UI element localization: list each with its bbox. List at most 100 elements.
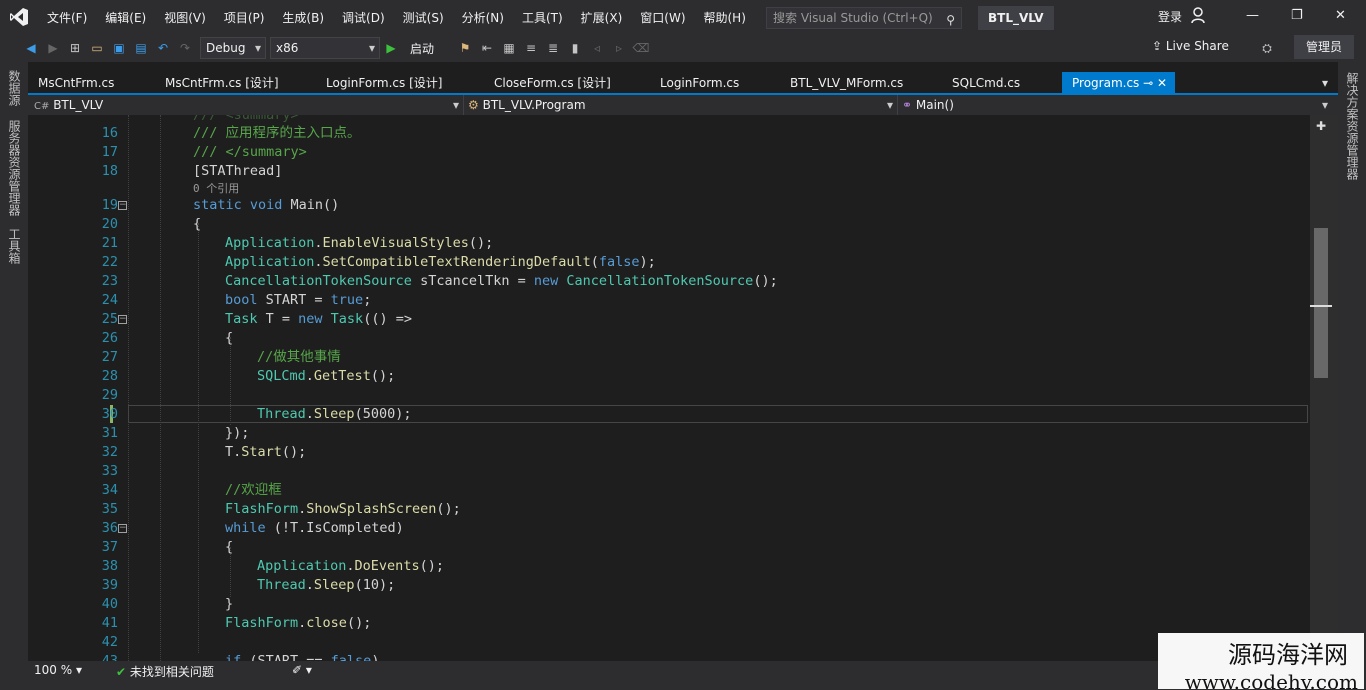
step-icon[interactable]: ⇤: [476, 37, 498, 59]
code-token: new: [533, 273, 567, 289]
bookmark-icon[interactable]: ▮: [564, 37, 586, 59]
code-editor[interactable]: /// <summary> 16/// 应用程序的主入口点。 17/// </su…: [28, 115, 1310, 661]
tab-label: BTL_VLV_MForm.cs: [790, 76, 904, 90]
code-token: Application: [225, 235, 315, 251]
menu-item[interactable]: 窗口(W): [631, 0, 694, 34]
nav-class-dropdown[interactable]: ⚙ BTL_VLV.Program ▾: [468, 95, 898, 115]
feedback-icon[interactable]: ⛭: [1256, 37, 1278, 59]
line-number: 31: [101, 425, 118, 441]
find-icon[interactable]: ⚑: [454, 37, 476, 59]
search-icon: ⚲: [946, 13, 955, 27]
login-link[interactable]: 登录: [1158, 8, 1182, 25]
back-icon[interactable]: ◀: [20, 37, 42, 59]
close-icon[interactable]: ⊸ ✕: [1139, 76, 1167, 90]
vertical-scrollbar[interactable]: ✚: [1310, 115, 1338, 661]
nav-class-label: BTL_VLV.Program: [482, 98, 586, 112]
nav-project-label: BTL_VLV: [53, 98, 104, 112]
issues-indicator[interactable]: ✔ 未找到相关问题: [116, 663, 214, 680]
config-dropdown[interactable]: Debug: [200, 37, 266, 59]
line-number: 41: [101, 615, 118, 631]
menu-item[interactable]: 测试(S): [394, 0, 453, 34]
code-token: );: [639, 254, 656, 270]
side-tab-server-explorer[interactable]: 服务器资源管理器: [6, 120, 23, 216]
code-token: static void: [193, 197, 291, 213]
fold-toggle-icon[interactable]: −: [118, 201, 127, 210]
watermark-line2: www.codehy.com: [1184, 670, 1358, 690]
user-icon[interactable]: [1191, 6, 1207, 24]
menu-item[interactable]: 文件(F): [38, 0, 96, 34]
tab-3[interactable]: CloseForm.cs [设计]: [484, 72, 611, 94]
new-project-icon[interactable]: ⊞: [64, 37, 86, 59]
start-button[interactable]: 启动: [410, 40, 434, 57]
line-number: 29: [101, 387, 118, 403]
tab-2[interactable]: LoginForm.cs [设计]: [316, 72, 442, 94]
live-share-button[interactable]: ⇪ Live Share: [1152, 39, 1229, 53]
outline-icon[interactable]: ▦: [498, 37, 520, 59]
indent-guide: [198, 223, 199, 653]
bookmark-clear-icon[interactable]: ⌫: [630, 37, 652, 59]
zoom-level[interactable]: 100 % ▾: [34, 663, 82, 677]
undo-icon[interactable]: ↶: [152, 37, 174, 59]
side-tab-solution-explorer[interactable]: 解决方案资源管理器: [1344, 72, 1361, 180]
tab-7[interactable]: Program.cs ⊸ ✕: [1062, 72, 1176, 94]
menu-item[interactable]: 帮助(H): [695, 0, 755, 34]
code-token: bool: [225, 292, 258, 308]
tab-1[interactable]: MsCntFrm.cs [设计]: [155, 72, 279, 94]
save-icon[interactable]: ▣: [108, 37, 130, 59]
menu-item[interactable]: 生成(B): [273, 0, 333, 34]
fold-toggle-icon[interactable]: −: [118, 524, 127, 533]
menu-item[interactable]: 项目(P): [215, 0, 274, 34]
split-icon[interactable]: ✚: [1316, 119, 1326, 133]
code-token: while: [225, 520, 266, 536]
nav-project-dropdown[interactable]: C# BTL_VLV ▾: [34, 95, 464, 115]
uncomment-icon[interactable]: ≣: [542, 37, 564, 59]
side-tab-datasource[interactable]: 数据源: [6, 70, 23, 106]
code-token: ();: [436, 501, 461, 517]
tab-6[interactable]: SQLCmd.cs: [942, 72, 1020, 94]
menu-item[interactable]: 分析(N): [453, 0, 513, 34]
tab-4[interactable]: LoginForm.cs: [650, 72, 739, 94]
menu-item[interactable]: 调试(D): [333, 0, 394, 34]
menu-item[interactable]: 编辑(E): [96, 0, 155, 34]
forward-icon[interactable]: ▶: [42, 37, 64, 59]
code-token: ShowSplashScreen: [306, 501, 437, 517]
code-token: false: [330, 653, 372, 661]
tab-5[interactable]: BTL_VLV_MForm.cs: [780, 72, 903, 94]
code-line: CancellationTokenSource sTcancelTkn = ne…: [225, 272, 778, 291]
zoom-label: 100 %: [34, 663, 73, 677]
nav-member-dropdown[interactable]: ⚭ Main() ▾: [902, 95, 1332, 115]
side-tab-toolbox[interactable]: 工具箱: [6, 228, 23, 264]
save-all-icon[interactable]: ▤: [130, 37, 152, 59]
code-token: (: [590, 254, 599, 270]
brush-icon[interactable]: ✐ ▾: [292, 663, 312, 677]
redo-icon[interactable]: ↷: [174, 37, 196, 59]
open-icon[interactable]: ▭: [86, 37, 108, 59]
start-icon[interactable]: ▶: [380, 37, 402, 59]
menu-item[interactable]: 工具(T): [513, 0, 572, 34]
code-token: DoEvents: [354, 558, 420, 574]
tab-0[interactable]: MsCntFrm.cs: [28, 72, 114, 94]
code-token: Application: [225, 254, 315, 270]
watermark-line1: 源码海洋网: [1228, 641, 1348, 669]
maximize-button[interactable]: ❐: [1291, 8, 1303, 23]
line-number: 19: [101, 197, 118, 213]
line-number: 17: [101, 144, 118, 160]
comment-icon[interactable]: ≡: [520, 37, 542, 59]
admin-badge: 管理员: [1294, 35, 1355, 59]
line-number: 26: [101, 330, 118, 346]
code-line: }: [225, 595, 233, 614]
menu-item[interactable]: 视图(V): [155, 0, 215, 34]
line-number: 20: [101, 216, 118, 232]
platform-dropdown[interactable]: x86: [270, 37, 380, 59]
minimize-button[interactable]: —: [1246, 8, 1259, 23]
close-window-button[interactable]: ✕: [1335, 8, 1346, 23]
code-token: //做其他事情: [257, 349, 341, 365]
bookmark-next-icon[interactable]: ▹: [608, 37, 630, 59]
search-box[interactable]: 搜索 Visual Studio (Ctrl+Q) ⚲: [766, 7, 962, 29]
tab-list-dropdown-icon[interactable]: ▾: [1322, 76, 1328, 90]
code-token: ): [371, 653, 380, 661]
menu-item[interactable]: 扩展(X): [572, 0, 632, 34]
bookmark-prev-icon[interactable]: ◃: [586, 37, 608, 59]
scrollbar-thumb[interactable]: [1314, 228, 1328, 378]
fold-toggle-icon[interactable]: −: [118, 315, 127, 324]
